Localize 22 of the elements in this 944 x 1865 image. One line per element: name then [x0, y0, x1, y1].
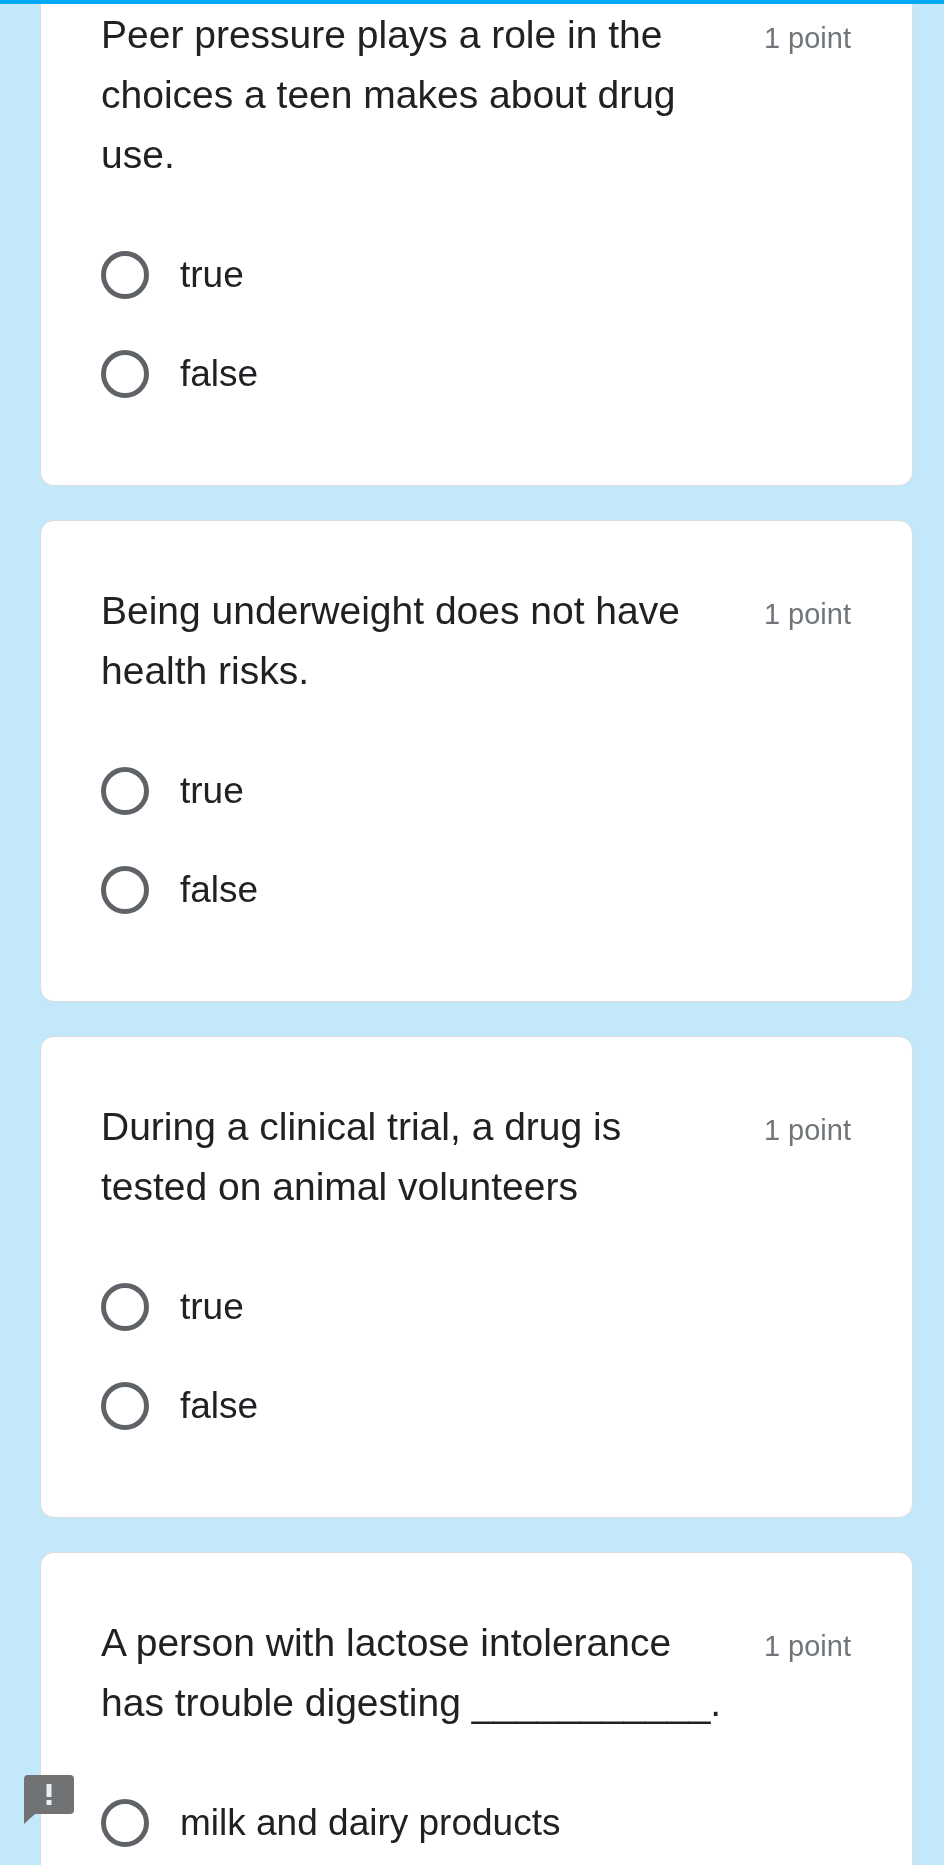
question-text: During a clinical trial, a drug is tested on animal volunteers: [101, 1104, 623, 1210]
radio-button[interactable]: [101, 251, 149, 299]
question-text: Peer pressure plays a role in the choices a teen makes about drug use.: [101, 12, 677, 178]
question-text: Being underweight does not have health risks.: [101, 588, 681, 694]
option-label[interactable]: true: [180, 251, 244, 299]
points-label: 1 point: [763, 1629, 851, 1664]
points-label: 1 point: [763, 597, 851, 632]
radio-button[interactable]: [101, 1283, 149, 1331]
option-label[interactable]: true: [180, 767, 244, 815]
radio-button[interactable]: [101, 767, 149, 815]
radio-button[interactable]: [101, 1799, 149, 1847]
points-label: 1 point: [763, 1113, 851, 1148]
points-label: 1 point: [763, 21, 851, 56]
option-label[interactable]: false: [180, 866, 259, 914]
radio-button[interactable]: [101, 866, 149, 914]
option-label[interactable]: milk and dairy products: [180, 1799, 561, 1847]
option-label[interactable]: false: [180, 1382, 259, 1430]
radio-button[interactable]: [101, 1382, 149, 1430]
radio-button[interactable]: [101, 350, 149, 398]
option-label[interactable]: false: [180, 350, 259, 398]
option-label[interactable]: true: [180, 1283, 244, 1331]
question-text: A person with lactose intolerance has trouble digesting ___________.: [101, 1620, 723, 1726]
